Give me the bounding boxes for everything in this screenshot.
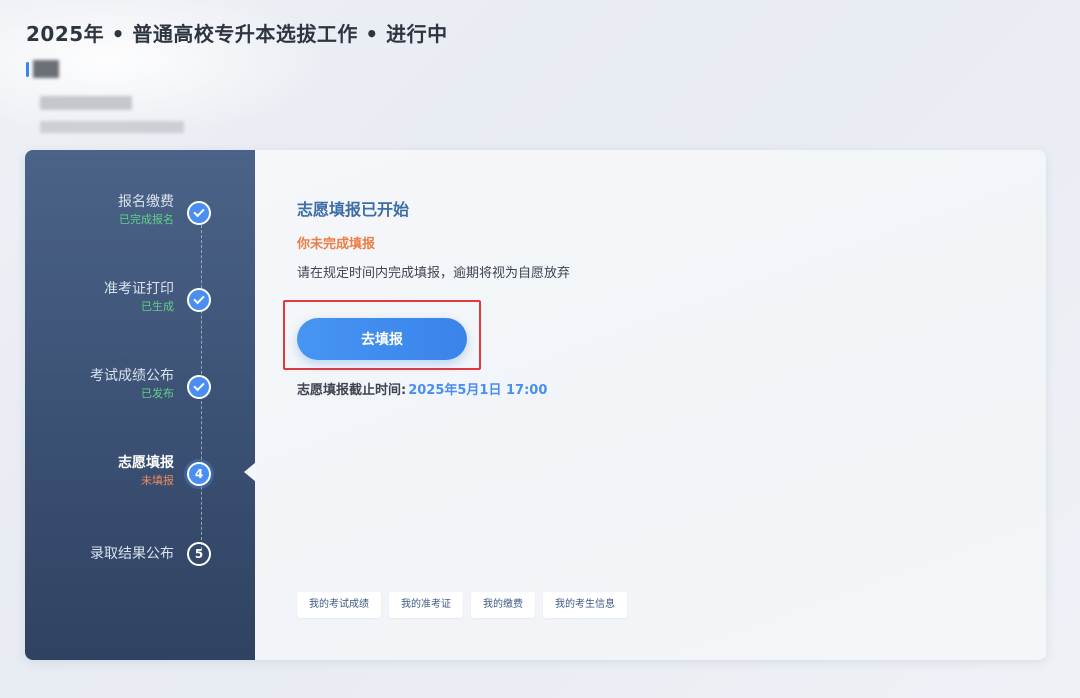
- page-title: 2025年 • 普通高校专升本选拔工作 • 进行中: [26, 22, 448, 46]
- step-exam-results[interactable]: 考试成绩公布 已发布: [25, 366, 255, 416]
- check-icon: [187, 288, 211, 312]
- my-student-info-link[interactable]: 我的考生信息: [543, 592, 627, 618]
- active-step-pointer: [244, 462, 256, 482]
- step-label: 考试成绩公布: [90, 368, 174, 384]
- step-number-icon: 5: [187, 542, 211, 566]
- step-registration[interactable]: 报名缴费 已完成报名: [25, 192, 255, 242]
- user-id-redacted: [40, 121, 184, 133]
- deadline-label: 志愿填报截止时间:: [297, 383, 407, 398]
- step-label: 报名缴费: [118, 194, 174, 210]
- step-text: 考试成绩公布 已发布: [90, 366, 174, 402]
- user-name-redacted: [33, 60, 59, 78]
- accent-bar: [26, 61, 29, 77]
- fill-application-button[interactable]: 去填报: [297, 318, 467, 360]
- my-admission-ticket-link[interactable]: 我的准考证: [389, 592, 463, 618]
- user-info: [26, 60, 59, 78]
- step-text: 录取结果公布: [90, 544, 174, 564]
- step-admission-results[interactable]: 录取结果公布 5: [25, 542, 255, 594]
- my-payment-link[interactable]: 我的缴费: [471, 592, 535, 618]
- step-text: 准考证打印 已生成: [104, 279, 174, 315]
- step-status: 已发布: [141, 387, 174, 400]
- step-text: 志愿填报 未填报: [118, 453, 174, 489]
- step-text: 报名缴费 已完成报名: [118, 192, 174, 228]
- step-label: 录取结果公布: [90, 546, 174, 562]
- check-icon: [187, 201, 211, 225]
- my-exam-scores-link[interactable]: 我的考试成绩: [297, 592, 381, 618]
- quick-links: 我的考试成绩 我的准考证 我的缴费 我的考生信息: [297, 592, 627, 618]
- content-title: 志愿填报已开始: [297, 200, 410, 219]
- content-panel: 志愿填报已开始 你未完成填报 请在规定时间内完成填报，逾期将视为自愿放弃 去填报…: [255, 150, 1046, 660]
- user-detail-redacted: [40, 96, 132, 110]
- step-admission-ticket[interactable]: 准考证打印 已生成: [25, 279, 255, 329]
- deadline-row: 志愿填报截止时间: 2025年5月1日 17:00: [297, 379, 547, 398]
- step-status: 已完成报名: [119, 213, 174, 226]
- deadline-value: 2025年5月1日 17:00: [408, 383, 548, 398]
- step-status: 已生成: [141, 300, 174, 313]
- step-label: 准考证打印: [104, 281, 174, 297]
- warning-text: 你未完成填报: [297, 237, 376, 252]
- progress-sidebar: 报名缴费 已完成报名 准考证打印 已生成 考试成绩公布 已发布 志愿填报 未填报: [25, 150, 255, 660]
- description-text: 请在规定时间内完成填报，逾期将视为自愿放弃: [297, 266, 571, 281]
- main-card: 报名缴费 已完成报名 准考证打印 已生成 考试成绩公布 已发布 志愿填报 未填报: [25, 150, 1046, 660]
- check-icon: [187, 375, 211, 399]
- step-number-icon: 4: [187, 462, 211, 486]
- step-label: 志愿填报: [118, 455, 174, 471]
- step-application[interactable]: 志愿填报 未填报 4: [25, 453, 255, 503]
- step-status: 未填报: [141, 474, 174, 487]
